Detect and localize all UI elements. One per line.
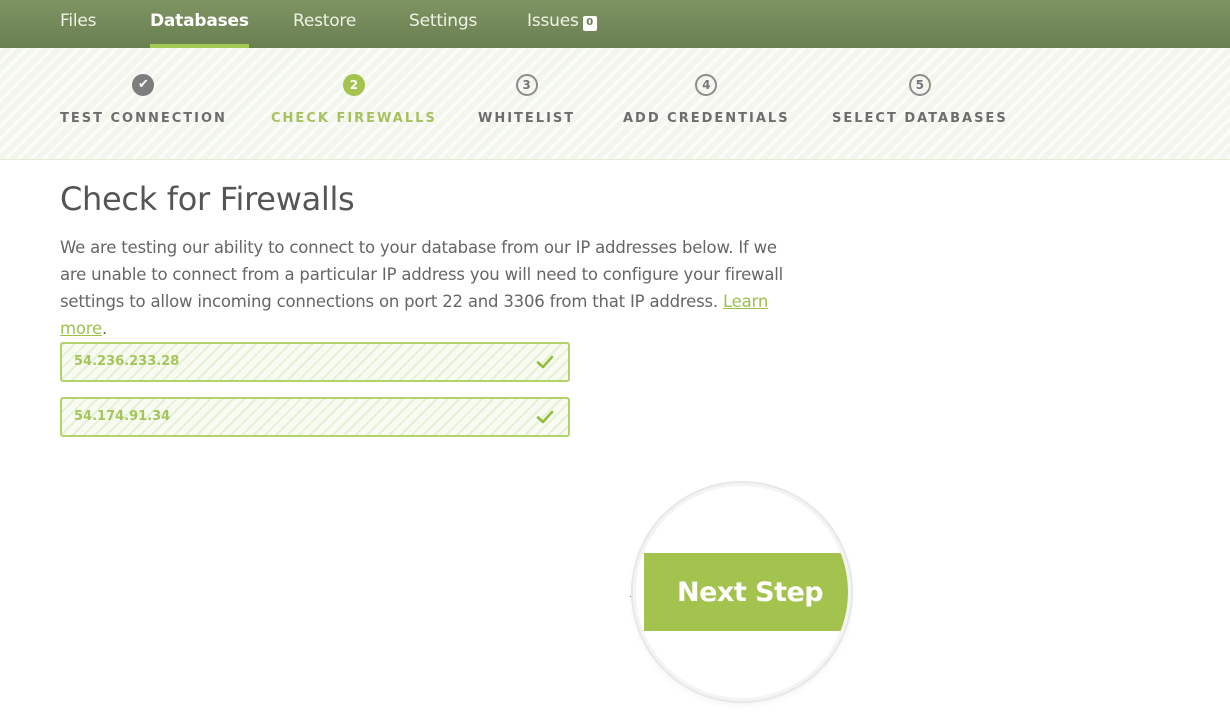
step-number: 3: [515, 74, 538, 96]
page-title: Check for Firewalls: [60, 180, 355, 218]
nav-item-settings[interactable]: Settings: [409, 0, 477, 48]
check-icon: [536, 355, 554, 369]
step-check-firewalls[interactable]: 2 CHECK FIREWALLS: [271, 74, 437, 126]
check-icon: [536, 410, 554, 424]
wizard-steps: ✔ TEST CONNECTION 2 CHECK FIREWALLS 3 WH…: [0, 48, 1230, 160]
step-test-connection[interactable]: ✔ TEST CONNECTION: [60, 74, 227, 126]
description-text: We are testing our ability to connect to…: [60, 238, 784, 311]
top-nav: Files Databases Restore Settings Issues 0: [0, 0, 1230, 48]
step-number: 2: [342, 74, 365, 96]
ip-row: 54.174.91.34: [60, 397, 570, 437]
step-label: WHITELIST: [478, 111, 576, 126]
nav-item-restore[interactable]: Restore: [293, 0, 356, 48]
nav-item-issues-label: Issues: [527, 11, 579, 31]
next-step-button[interactable]: Next Step: [644, 553, 848, 631]
step-label: CHECK FIREWALLS: [271, 111, 437, 126]
zoom-magnifier: Next Step: [636, 486, 848, 698]
step-add-credentials[interactable]: 4 ADD CREDENTIALS: [623, 74, 790, 126]
ip-address: 54.174.91.34: [74, 409, 171, 424]
page-description: We are testing our ability to connect to…: [60, 234, 800, 342]
nav-item-issues[interactable]: Issues 0: [527, 0, 597, 48]
step-number: 5: [908, 74, 931, 96]
issues-count-badge: 0: [582, 16, 597, 31]
step-done-check-icon: ✔: [132, 74, 155, 96]
step-label: ADD CREDENTIALS: [623, 111, 790, 126]
step-label: SELECT DATABASES: [832, 111, 1008, 126]
step-select-databases[interactable]: 5 SELECT DATABASES: [832, 74, 1008, 126]
step-number: 4: [695, 74, 718, 96]
step-whitelist[interactable]: 3 WHITELIST: [478, 74, 575, 126]
nav-item-databases[interactable]: Databases: [150, 0, 249, 48]
ip-row: 54.236.233.28: [60, 342, 570, 382]
ip-address: 54.236.233.28: [74, 354, 180, 369]
step-label: TEST CONNECTION: [60, 111, 227, 126]
nav-item-files[interactable]: Files: [60, 0, 97, 48]
description-period: .: [101, 319, 107, 338]
